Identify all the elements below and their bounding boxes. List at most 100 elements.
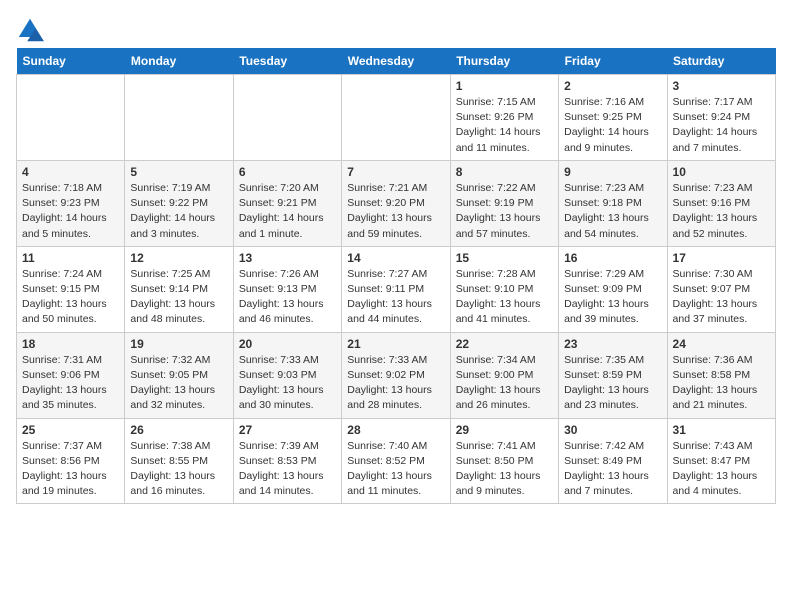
day-info: Sunrise: 7:40 AM Sunset: 8:52 PM Dayligh… xyxy=(347,439,444,500)
calendar-cell: 30 Sunrise: 7:42 AM Sunset: 8:49 PM Dayli… xyxy=(559,418,667,504)
day-number: 9 xyxy=(564,165,661,179)
column-header-friday: Friday xyxy=(559,48,667,75)
day-info: Sunrise: 7:38 AM Sunset: 8:55 PM Dayligh… xyxy=(130,439,227,500)
column-header-sunday: Sunday xyxy=(17,48,125,75)
day-number: 27 xyxy=(239,423,336,437)
day-info: Sunrise: 7:41 AM Sunset: 8:50 PM Dayligh… xyxy=(456,439,553,500)
page-header xyxy=(16,16,776,44)
day-info: Sunrise: 7:23 AM Sunset: 9:18 PM Dayligh… xyxy=(564,181,661,242)
day-number: 28 xyxy=(347,423,444,437)
day-number: 6 xyxy=(239,165,336,179)
column-header-thursday: Thursday xyxy=(450,48,558,75)
column-header-monday: Monday xyxy=(125,48,233,75)
day-number: 23 xyxy=(564,337,661,351)
day-number: 3 xyxy=(673,79,770,93)
day-number: 20 xyxy=(239,337,336,351)
day-info: Sunrise: 7:27 AM Sunset: 9:11 PM Dayligh… xyxy=(347,267,444,328)
day-info: Sunrise: 7:19 AM Sunset: 9:22 PM Dayligh… xyxy=(130,181,227,242)
day-number: 31 xyxy=(673,423,770,437)
day-number: 18 xyxy=(22,337,119,351)
calendar-header-row: SundayMondayTuesdayWednesdayThursdayFrid… xyxy=(17,48,776,75)
day-info: Sunrise: 7:39 AM Sunset: 8:53 PM Dayligh… xyxy=(239,439,336,500)
day-info: Sunrise: 7:35 AM Sunset: 8:59 PM Dayligh… xyxy=(564,353,661,414)
calendar-cell: 28 Sunrise: 7:40 AM Sunset: 8:52 PM Dayli… xyxy=(342,418,450,504)
day-number: 30 xyxy=(564,423,661,437)
calendar-cell: 15 Sunrise: 7:28 AM Sunset: 9:10 PM Dayli… xyxy=(450,246,558,332)
day-number: 16 xyxy=(564,251,661,265)
day-info: Sunrise: 7:16 AM Sunset: 9:25 PM Dayligh… xyxy=(564,95,661,156)
day-number: 5 xyxy=(130,165,227,179)
day-number: 8 xyxy=(456,165,553,179)
day-number: 29 xyxy=(456,423,553,437)
day-info: Sunrise: 7:33 AM Sunset: 9:02 PM Dayligh… xyxy=(347,353,444,414)
day-number: 12 xyxy=(130,251,227,265)
day-number: 7 xyxy=(347,165,444,179)
calendar-cell xyxy=(125,75,233,161)
day-info: Sunrise: 7:36 AM Sunset: 8:58 PM Dayligh… xyxy=(673,353,770,414)
day-info: Sunrise: 7:17 AM Sunset: 9:24 PM Dayligh… xyxy=(673,95,770,156)
calendar-cell: 3 Sunrise: 7:17 AM Sunset: 9:24 PM Daylig… xyxy=(667,75,775,161)
calendar-cell: 25 Sunrise: 7:37 AM Sunset: 8:56 PM Dayli… xyxy=(17,418,125,504)
day-info: Sunrise: 7:26 AM Sunset: 9:13 PM Dayligh… xyxy=(239,267,336,328)
calendar-cell: 21 Sunrise: 7:33 AM Sunset: 9:02 PM Dayli… xyxy=(342,332,450,418)
day-info: Sunrise: 7:42 AM Sunset: 8:49 PM Dayligh… xyxy=(564,439,661,500)
calendar-cell: 7 Sunrise: 7:21 AM Sunset: 9:20 PM Daylig… xyxy=(342,160,450,246)
calendar-cell: 18 Sunrise: 7:31 AM Sunset: 9:06 PM Dayli… xyxy=(17,332,125,418)
calendar-cell: 24 Sunrise: 7:36 AM Sunset: 8:58 PM Dayli… xyxy=(667,332,775,418)
day-info: Sunrise: 7:34 AM Sunset: 9:00 PM Dayligh… xyxy=(456,353,553,414)
calendar-cell xyxy=(233,75,341,161)
day-info: Sunrise: 7:29 AM Sunset: 9:09 PM Dayligh… xyxy=(564,267,661,328)
calendar-week-row: 1 Sunrise: 7:15 AM Sunset: 9:26 PM Daylig… xyxy=(17,75,776,161)
day-info: Sunrise: 7:33 AM Sunset: 9:03 PM Dayligh… xyxy=(239,353,336,414)
calendar-cell: 16 Sunrise: 7:29 AM Sunset: 9:09 PM Dayli… xyxy=(559,246,667,332)
calendar-cell: 2Sunrise: 7:16 AM Sunset: 9:25 PM Daylig… xyxy=(559,75,667,161)
logo-icon xyxy=(16,16,44,44)
calendar-cell: 8 Sunrise: 7:22 AM Sunset: 9:19 PM Daylig… xyxy=(450,160,558,246)
calendar-cell: 17 Sunrise: 7:30 AM Sunset: 9:07 PM Dayli… xyxy=(667,246,775,332)
day-number: 15 xyxy=(456,251,553,265)
calendar-cell: 14 Sunrise: 7:27 AM Sunset: 9:11 PM Dayli… xyxy=(342,246,450,332)
day-number: 10 xyxy=(673,165,770,179)
column-header-saturday: Saturday xyxy=(667,48,775,75)
day-info: Sunrise: 7:24 AM Sunset: 9:15 PM Dayligh… xyxy=(22,267,119,328)
calendar-week-row: 25 Sunrise: 7:37 AM Sunset: 8:56 PM Dayli… xyxy=(17,418,776,504)
calendar-week-row: 4Sunrise: 7:18 AM Sunset: 9:23 PM Daylig… xyxy=(17,160,776,246)
calendar-week-row: 11 Sunrise: 7:24 AM Sunset: 9:15 PM Dayli… xyxy=(17,246,776,332)
calendar-cell: 19Sunrise: 7:32 AM Sunset: 9:05 PM Dayli… xyxy=(125,332,233,418)
day-number: 22 xyxy=(456,337,553,351)
calendar-cell: 5 Sunrise: 7:19 AM Sunset: 9:22 PM Daylig… xyxy=(125,160,233,246)
calendar-cell: 11 Sunrise: 7:24 AM Sunset: 9:15 PM Dayli… xyxy=(17,246,125,332)
day-info: Sunrise: 7:15 AM Sunset: 9:26 PM Dayligh… xyxy=(456,95,553,156)
calendar-cell: 10Sunrise: 7:23 AM Sunset: 9:16 PM Dayli… xyxy=(667,160,775,246)
day-info: Sunrise: 7:20 AM Sunset: 9:21 PM Dayligh… xyxy=(239,181,336,242)
day-number: 14 xyxy=(347,251,444,265)
day-number: 24 xyxy=(673,337,770,351)
day-info: Sunrise: 7:31 AM Sunset: 9:06 PM Dayligh… xyxy=(22,353,119,414)
day-info: Sunrise: 7:21 AM Sunset: 9:20 PM Dayligh… xyxy=(347,181,444,242)
calendar-cell: 12 Sunrise: 7:25 AM Sunset: 9:14 PM Dayli… xyxy=(125,246,233,332)
calendar-cell: 20 Sunrise: 7:33 AM Sunset: 9:03 PM Dayli… xyxy=(233,332,341,418)
day-number: 13 xyxy=(239,251,336,265)
day-info: Sunrise: 7:43 AM Sunset: 8:47 PM Dayligh… xyxy=(673,439,770,500)
day-info: Sunrise: 7:22 AM Sunset: 9:19 PM Dayligh… xyxy=(456,181,553,242)
day-number: 25 xyxy=(22,423,119,437)
day-number: 17 xyxy=(673,251,770,265)
calendar-cell: 6 Sunrise: 7:20 AM Sunset: 9:21 PM Daylig… xyxy=(233,160,341,246)
calendar-cell: 9 Sunrise: 7:23 AM Sunset: 9:18 PM Daylig… xyxy=(559,160,667,246)
day-info: Sunrise: 7:37 AM Sunset: 8:56 PM Dayligh… xyxy=(22,439,119,500)
calendar-cell: 31 Sunrise: 7:43 AM Sunset: 8:47 PM Dayli… xyxy=(667,418,775,504)
calendar-cell: 1 Sunrise: 7:15 AM Sunset: 9:26 PM Daylig… xyxy=(450,75,558,161)
calendar-cell xyxy=(17,75,125,161)
column-header-tuesday: Tuesday xyxy=(233,48,341,75)
day-number: 26 xyxy=(130,423,227,437)
logo xyxy=(16,16,48,44)
day-number: 11 xyxy=(22,251,119,265)
day-info: Sunrise: 7:30 AM Sunset: 9:07 PM Dayligh… xyxy=(673,267,770,328)
day-info: Sunrise: 7:25 AM Sunset: 9:14 PM Dayligh… xyxy=(130,267,227,328)
day-info: Sunrise: 7:28 AM Sunset: 9:10 PM Dayligh… xyxy=(456,267,553,328)
calendar-week-row: 18 Sunrise: 7:31 AM Sunset: 9:06 PM Dayli… xyxy=(17,332,776,418)
day-number: 21 xyxy=(347,337,444,351)
day-number: 19 xyxy=(130,337,227,351)
calendar-table: SundayMondayTuesdayWednesdayThursdayFrid… xyxy=(16,48,776,504)
day-number: 1 xyxy=(456,79,553,93)
